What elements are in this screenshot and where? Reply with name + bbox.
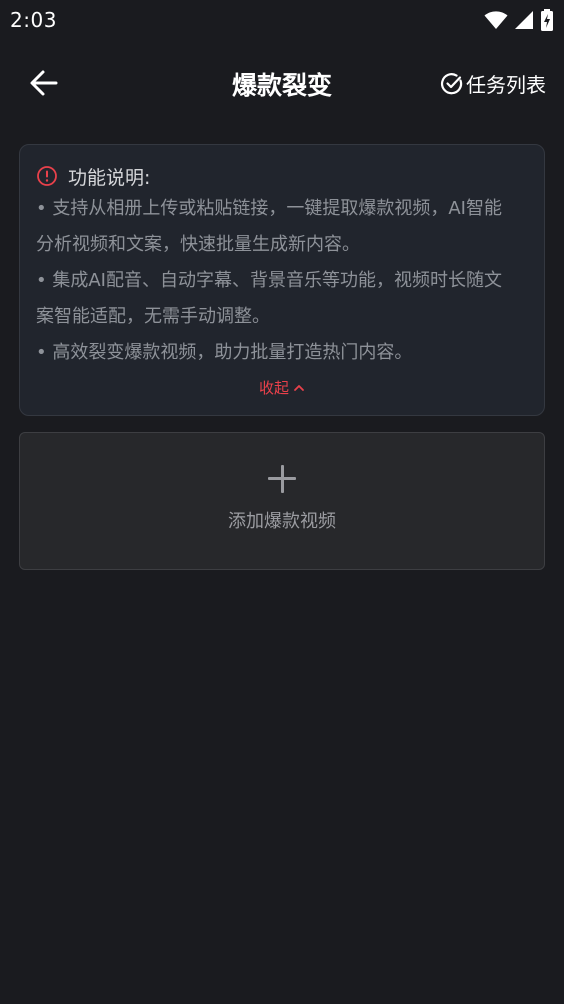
task-list-label: 任务列表 [466,73,546,97]
add-video-label: 添加爆款视频 [228,511,336,532]
info-line: • 高效裂变爆款视频，助力批量打造热门内容。 [36,342,413,363]
info-circle-icon [37,166,57,186]
info-text: • 支持从相册上传或粘贴链接，一键提取爆款视频，AI智能 分析视频和文案，快速批… [36,191,526,371]
info-title: 功能说明: [68,166,151,189]
status-bar: 2:03 [0,0,564,40]
chevron-up-icon [294,384,304,391]
collapse-button[interactable]: 收起 [20,377,544,398]
add-video-button[interactable]: 添加爆款视频 [19,432,545,570]
status-time: 2:03 [10,8,57,32]
info-line: • 集成AI配音、自动字幕、背景音乐等功能，视频时长随文 [36,270,502,291]
info-line: 案智能适配，无需手动调整。 [36,306,270,327]
info-header: 功能说明: [36,161,526,191]
plus-icon [268,465,296,493]
header: 爆款裂变 任务列表 [0,50,564,116]
feature-description-card: 功能说明: • 支持从相册上传或粘贴链接，一键提取爆款视频，AI智能 分析视频和… [19,144,545,416]
info-line: 分析视频和文案，快速批量生成新内容。 [36,234,360,255]
task-list-button[interactable]: 任务列表 [440,69,546,98]
collapse-label: 收起 [258,379,289,397]
check-circle-icon [440,72,463,94]
signal-icon [515,11,533,29]
status-icons [484,9,554,31]
info-line: • 支持从相册上传或粘贴链接，一键提取爆款视频，AI智能 [36,198,502,219]
battery-charging-icon [541,9,553,31]
wifi-icon [484,11,508,29]
